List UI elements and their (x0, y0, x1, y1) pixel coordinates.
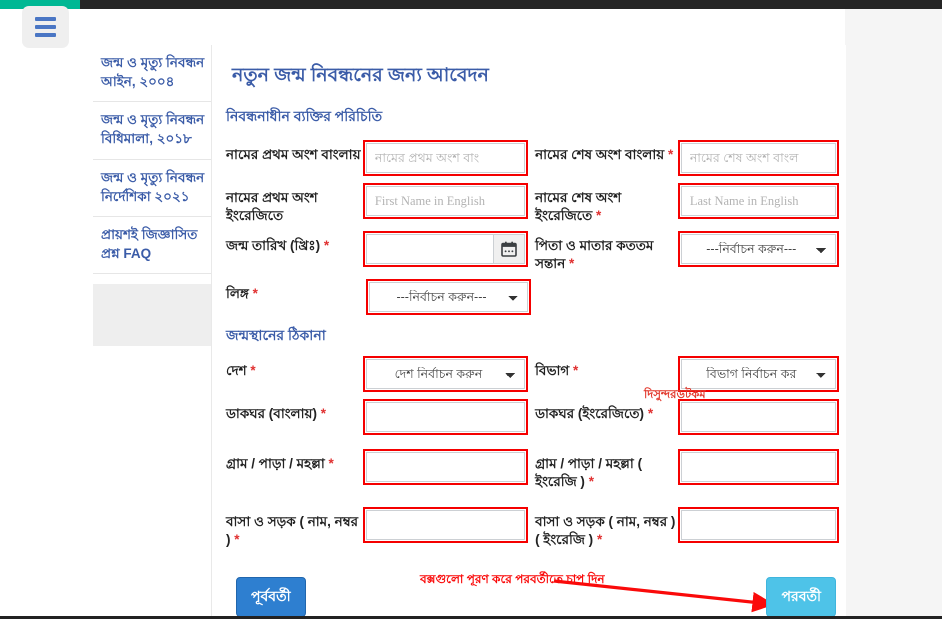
required-asterisk: * (252, 286, 258, 302)
required-asterisk: * (573, 363, 579, 379)
calendar-icon[interactable] (493, 234, 525, 265)
label-country: দেশ * (226, 363, 256, 379)
label-house-road-english: বাসা ও সড়ক ( নাম, নম্বর ) ( ইংরেজি ) * (535, 514, 676, 547)
required-asterisk: * (588, 473, 594, 489)
next-button[interactable]: পরবর্তী (766, 577, 836, 617)
gender-select[interactable]: ---নির্বাচন করুন--- (369, 282, 528, 313)
post-office-english-input[interactable] (680, 402, 836, 433)
sidebar-item-birth-death-guideline[interactable]: জন্ম ও মৃত্যু নিবন্ধন নির্দেশিকা ২০২১ (93, 159, 211, 217)
label-village-bangla: গ্রাম / পাড়া / মহল্লা * (226, 456, 334, 472)
highlight-box (677, 140, 839, 176)
last-name-english-input[interactable] (680, 186, 836, 216)
form-row-post-office: ডাকঘর (বাংলায়) * ডাকঘর (ইংরেজিতে) * (212, 399, 846, 436)
application-form-panel: নতুন জন্ম নিবন্ধনের জন্য আবেদন নিবন্ধনাধ… (211, 45, 846, 619)
first-name-bangla-input[interactable] (365, 143, 525, 173)
highlight-box (362, 183, 528, 219)
house-road-english-input[interactable] (680, 510, 836, 541)
label-first-name-bangla: নামের প্রথম অংশ বাংলায় (226, 147, 361, 162)
sidebar: জন্ম ও মৃত্যু নিবন্ধন আইন, ২০০৪ জন্ম ও ম… (93, 45, 211, 347)
label-last-name-english: নামের শেষ অংশ ইংরেজিতে * (535, 190, 622, 223)
label-post-office-bangla: ডাকঘর (বাংলায়) * (226, 406, 326, 422)
hamburger-line (35, 17, 56, 21)
highlight-box (362, 507, 528, 544)
form-row-country-division: দেশ * দেশ নির্বাচন করুন বিভাগ * বিভাগ নি… (212, 356, 846, 393)
highlight-box: ---নির্বাচন করুন--- (677, 231, 839, 268)
form-row-name-english: নামের প্রথম অংশ ইংরেজিতে নামের শেষ অংশ ই… (212, 183, 846, 224)
house-road-bangla-input[interactable] (365, 510, 525, 541)
label-birth-order: পিতা ও মাতার কততম সন্তান * (535, 238, 654, 271)
village-bangla-input[interactable] (365, 452, 525, 483)
hamburger-menu-icon[interactable] (22, 6, 69, 48)
section-heading-address: জন্মস্থানের ঠিকানা (226, 327, 326, 344)
post-office-bangla-input[interactable] (365, 402, 525, 433)
highlight-box (677, 507, 839, 544)
highlight-box (677, 449, 839, 486)
top-dark-bar (0, 0, 942, 9)
form-row-gender: লিঙ্গ * ---নির্বাচন করুন--- (212, 279, 846, 316)
required-asterisk: * (234, 531, 240, 547)
label-division: বিভাগ * (535, 363, 579, 379)
label-first-name-english: নামের প্রথম অংশ ইংরেজিতে (226, 190, 318, 223)
form-row-village: গ্রাম / পাড়া / মহল্লা * গ্রাম / পাড়া /… (212, 449, 846, 490)
form-row-house-road: বাসা ও সড়ক ( নাম, নম্বর ) * বাসা ও সড়ক… (212, 507, 846, 548)
annotation-text: বক্সগুলো পূরণ করে পরবর্তীতে চাপ দিন (420, 572, 605, 586)
birth-order-select[interactable]: ---নির্বাচন করুন--- (680, 234, 836, 265)
birth-date-group (365, 234, 525, 265)
label-house-road-bangla: বাসা ও সড়ক ( নাম, নম্বর ) * (226, 514, 359, 547)
last-name-bangla-input[interactable] (680, 143, 836, 173)
site-watermark: দিসুন্দরডটকম (644, 389, 706, 401)
highlight-box: দেশ নির্বাচন করুন (362, 356, 528, 393)
required-asterisk: * (250, 363, 256, 379)
form-row-name-bangla: নামের প্রথম অংশ বাংলায় নামের শেষ অংশ বা… (212, 140, 846, 176)
highlight-box (362, 449, 528, 486)
required-asterisk: * (667, 147, 674, 162)
label-last-name-bangla: নামের শেষ অংশ বাংলায় * (535, 147, 674, 162)
division-select[interactable]: বিভাগ নির্বাচন কর (680, 359, 836, 390)
sidebar-item-faq[interactable]: প্রায়শই জিজ্ঞাসিত প্রশ্ন FAQ (93, 216, 211, 275)
highlight-box (362, 140, 528, 176)
hamburger-line (35, 25, 56, 29)
form-footer: পূর্ববর্তী বক্সগুলো পূরণ করে পরবর্তীতে চ… (212, 567, 846, 619)
highlight-box (362, 231, 528, 268)
highlight-box: ---নির্বাচন করুন--- (366, 279, 531, 316)
required-asterisk: * (596, 531, 603, 547)
section-heading-identity: নিবন্ধনাধীন ব্যক্তির পরিচিতি (226, 108, 383, 124)
birth-date-input[interactable] (365, 234, 494, 265)
required-asterisk: * (320, 406, 326, 422)
country-select[interactable]: দেশ নির্বাচন করুন (365, 359, 525, 390)
label-village-english: গ্রাম / পাড়া / মহল্লা ( ইংরেজি ) * (535, 456, 643, 489)
highlight-box (362, 399, 528, 436)
sidebar-item-birth-death-rules[interactable]: জন্ম ও মৃত্যু নিবন্ধন বিধিমালা, ২০১৮ (93, 102, 211, 160)
page-background-right (845, 0, 942, 619)
sidebar-item-birth-death-act[interactable]: জন্ম ও মৃত্যু নিবন্ধন আইন, ২০০৪ (93, 45, 211, 103)
highlight-box (677, 183, 839, 219)
required-asterisk: * (569, 255, 575, 271)
label-birth-date: জন্ম তারিখ (খ্রিঃ) * (226, 238, 330, 254)
hamburger-line (35, 33, 56, 37)
required-asterisk: * (328, 456, 334, 472)
required-asterisk: * (596, 207, 602, 223)
label-gender: লিঙ্গ * (226, 286, 258, 302)
required-asterisk: * (647, 406, 654, 422)
village-english-input[interactable] (680, 452, 836, 483)
first-name-english-input[interactable] (365, 186, 525, 216)
page-title: নতুন জন্ম নিবন্ধনের জন্য আবেদন (232, 65, 489, 86)
required-asterisk: * (323, 238, 330, 254)
sidebar-empty-panel (93, 284, 211, 347)
previous-button[interactable]: পূর্ববর্তী (236, 577, 306, 617)
form-row-birthdate-order: জন্ম তারিখ (খ্রিঃ) * পিতা ও মাতার কততম স… (212, 231, 846, 272)
